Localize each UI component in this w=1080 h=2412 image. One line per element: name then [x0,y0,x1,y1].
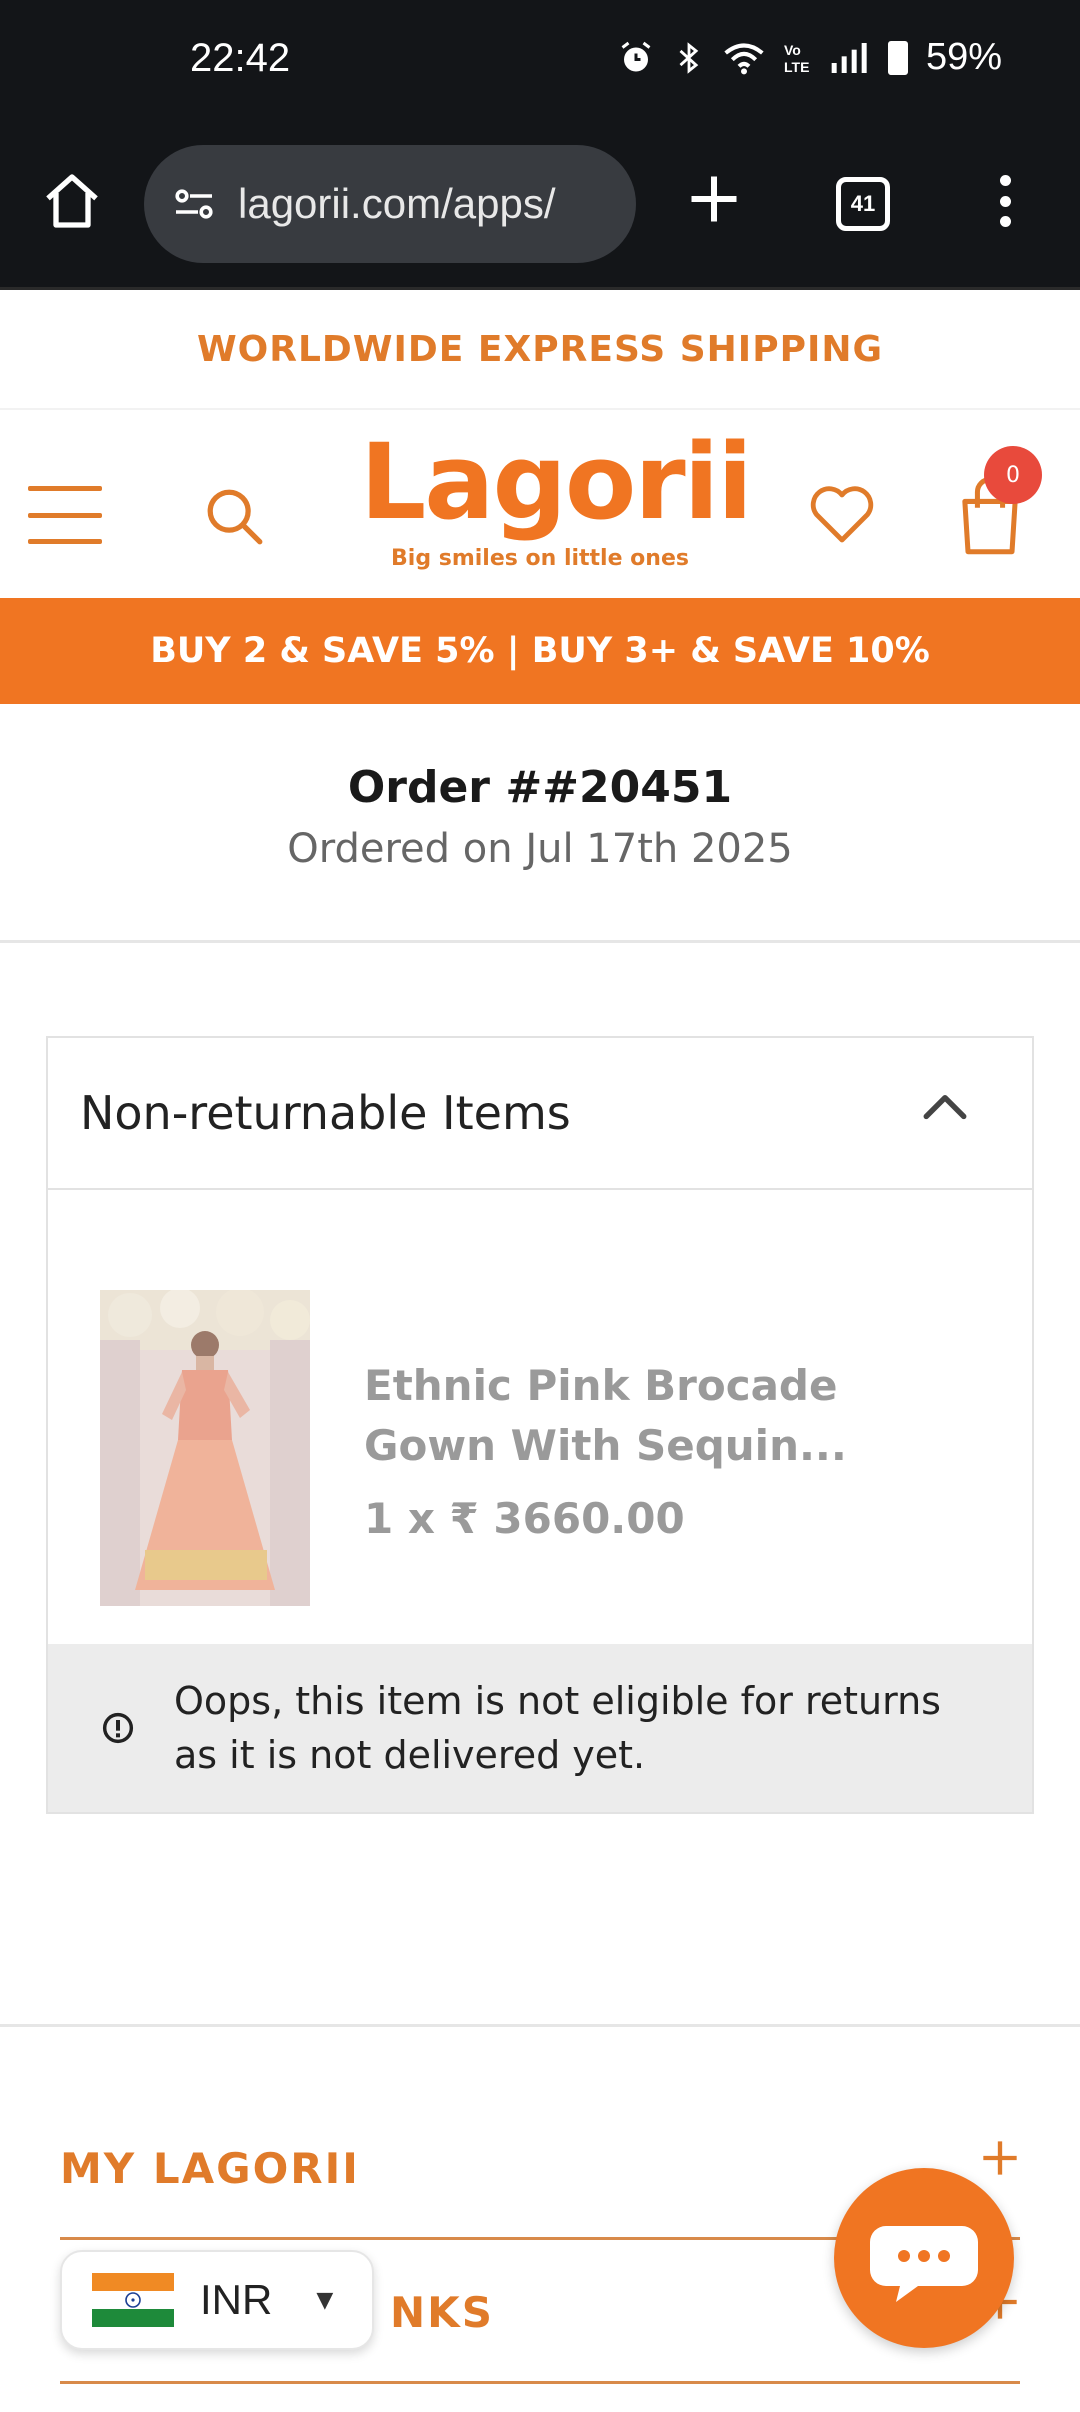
order-title: Order ##20451 [347,762,733,813]
announcement-bar: WORLDWIDE EXPRESS SHIPPING [0,290,1080,410]
svg-text:Vo: Vo [784,42,801,58]
plus-icon[interactable] [684,169,744,229]
alarm-icon [618,40,654,76]
order-date: Ordered on Jul 17th 2025 [287,826,793,872]
signal-icon [830,40,870,76]
footer-section-label: NKS [390,2288,494,2337]
footer-section-label: MY LAGORII [60,2144,360,2193]
status-time: 22:42 [190,36,291,80]
volte-icon: Vo LTE [782,40,812,76]
cart-count-badge: 0 [984,446,1042,504]
more-icon[interactable] [990,171,1020,231]
non-returnable-card: Non-returnable Items Ethnic Pink Brocade… [46,1036,1034,1814]
promo-banner: BUY 2 & SAVE 5% | BUY 3+ & SAVE 10% [0,598,1080,704]
accordion-title: Non-returnable Items [80,1086,571,1140]
product-image [100,1290,310,1606]
currency-selector[interactable]: INR ▼ [60,2250,374,2350]
url-text[interactable]: lagorii.com/apps/ [238,180,618,228]
address-bar[interactable]: lagorii.com/apps/ [144,145,636,263]
home-icon[interactable] [40,169,104,233]
logo-text: Lagorii [360,421,753,543]
currency-code: INR [200,2276,273,2323]
chevron-up-icon[interactable] [920,1086,970,1126]
caret-down-icon: ▼ [316,2287,334,2313]
return-notice: Oops, this item is not eligible for retu… [48,1644,1032,1812]
india-flag-icon [92,2273,174,2327]
divider [0,940,1080,943]
chat-icon[interactable] [834,2168,1014,2348]
battery-level: 59% [925,36,1002,78]
divider [0,2024,1080,2027]
logo[interactable]: Lagorii Big smiles on little ones [360,421,753,590]
alert-icon [102,1712,134,1744]
bluetooth-icon [672,40,706,76]
browser-toolbar: lagorii.com/apps/ 41 [0,125,1080,290]
battery-icon [887,40,908,75]
product-name: Ethnic Pink Brocade Gown With Sequin... [364,1361,847,1470]
search-icon[interactable] [200,482,270,552]
tabs-button[interactable]: 41 [836,177,890,231]
logo-tagline: Big smiles on little ones [391,546,689,571]
accordion-header[interactable]: Non-returnable Items [48,1038,1032,1190]
tune-icon[interactable] [170,180,218,228]
status-icons: Vo LTE 59% [618,36,1002,79]
status-bar: 22:42 Vo LTE 59% [0,0,1080,125]
svg-text:LTE: LTE [784,59,809,75]
notice-text: Oops, this item is not eligible for retu… [174,1679,941,1777]
hamburger-icon[interactable] [28,486,102,544]
product-price: 1 x ₹ 3660.00 [364,1494,685,1543]
heart-icon[interactable] [806,480,878,546]
wifi-icon [724,40,764,76]
site-header: Lagorii Big smiles on little ones 0 [0,410,1080,598]
